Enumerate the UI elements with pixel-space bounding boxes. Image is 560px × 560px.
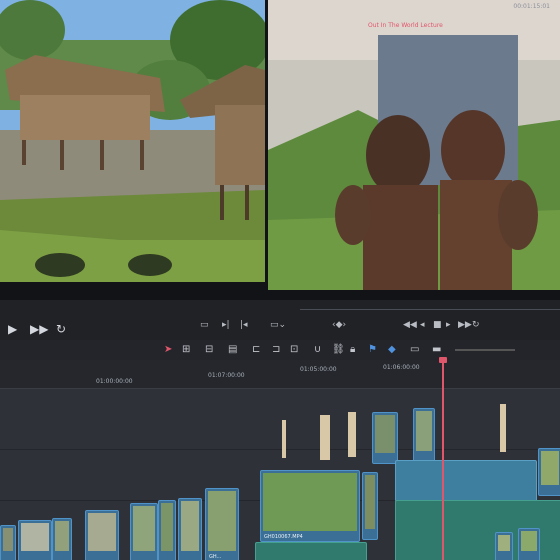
replace-clip-icon[interactable]: ⊡: [290, 344, 298, 355]
source-fast-forward-button[interactable]: ▶▶: [30, 322, 48, 336]
jog-icon[interactable]: ‹◆›: [332, 320, 346, 330]
ruler-tc-1: 01:00:00:00: [96, 378, 133, 385]
main-video-clip[interactable]: GH010067.MP4: [260, 470, 360, 542]
viewer-area: 00:01:15:01 Out In The World Lecture: [0, 0, 560, 300]
video-clip[interactable]: [362, 472, 378, 540]
video-clip[interactable]: [85, 510, 119, 560]
timeline-name: Out In The World Lecture: [368, 22, 443, 29]
video-clip[interactable]: GH...: [205, 488, 239, 560]
track-marker: [282, 420, 286, 458]
video-clip[interactable]: [178, 498, 202, 560]
link-icon[interactable]: ⛓: [332, 344, 345, 355]
video-track-3[interactable]: [0, 389, 560, 450]
lock-icon[interactable]: 🔒︎: [350, 344, 355, 355]
davinci-resolve-window: 00:01:15:01 Out In The World Lecture ▶ ▶…: [0, 0, 560, 560]
video-clip[interactable]: [158, 500, 176, 560]
marker-icon[interactable]: ◆: [388, 344, 396, 355]
timeline-loop-button[interactable]: ↻: [472, 320, 480, 330]
main-clip-name: GH010067.MP4: [264, 534, 303, 540]
audio-clip-blue[interactable]: [395, 460, 537, 502]
timeline-panel[interactable]: 01:00:00:00 01:07:00:00 01:05:00:00 01:0…: [0, 357, 560, 560]
zoom-detail-icon[interactable]: ▬: [432, 344, 441, 355]
reverse-play-button[interactable]: ◂: [420, 320, 425, 330]
insert-icon[interactable]: ▸|: [222, 320, 230, 330]
video-clip[interactable]: [413, 408, 435, 462]
flag-icon[interactable]: ⚑: [368, 344, 377, 355]
snapping-icon[interactable]: ∪: [314, 344, 321, 355]
source-loop-button[interactable]: ↻: [56, 322, 66, 336]
ruler-tc-4: 01:06:00:00: [383, 364, 420, 371]
video-clip[interactable]: [372, 412, 398, 464]
overwrite-clip-icon[interactable]: ⊐: [272, 344, 280, 355]
video-clip[interactable]: [0, 525, 16, 560]
blade-tool-icon[interactable]: ▤: [228, 344, 237, 355]
video-clip[interactable]: [538, 448, 560, 496]
timeline-play-button[interactable]: ▸: [446, 320, 451, 330]
zoom-full-icon[interactable]: ▭: [410, 344, 419, 355]
source-viewer[interactable]: [0, 0, 265, 282]
transport-bar: ▶ ▶▶ ↻ ▭ ▸| |◂ ▭⌄ ‹◆› ◀◀ ◂ ■ ▸ ▶▶ ↻: [0, 300, 560, 342]
dynamic-trim-icon[interactable]: ⊟: [205, 344, 213, 355]
track-marker: [348, 412, 356, 457]
viewer-mode-icon[interactable]: ▭⌄: [270, 320, 286, 330]
children-scene-image: [268, 0, 560, 290]
track-marker: [500, 404, 506, 452]
source-play-button[interactable]: ▶: [8, 322, 17, 336]
insert-clip-icon[interactable]: ⊏: [252, 344, 260, 355]
video-clip[interactable]: [52, 518, 72, 560]
timeline-viewer[interactable]: 00:01:15:01 Out In The World Lecture: [268, 0, 560, 290]
edit-toolbar: ➤ ⊞ ⊟ ▤ ⊏ ⊐ ⊡ ∪ ⛓ 🔒︎ ⚑ ◆ ▭ ▬: [0, 340, 560, 360]
prev-clip-button[interactable]: ◀◀: [403, 320, 417, 330]
overwrite-icon[interactable]: |◂: [240, 320, 248, 330]
ruler-tc-2: 01:07:00:00: [208, 372, 245, 379]
video-clip[interactable]: [130, 503, 158, 560]
track-marker: [320, 415, 330, 460]
video-clip[interactable]: [495, 532, 513, 560]
playhead[interactable]: [439, 357, 447, 560]
next-clip-button[interactable]: ▶▶: [458, 320, 472, 330]
ruler-tc-3: 01:05:00:00: [300, 366, 337, 373]
audio-waveform[interactable]: [255, 542, 367, 560]
video-clip[interactable]: [518, 528, 540, 560]
zoom-slider[interactable]: [455, 349, 515, 351]
stop-button[interactable]: ■: [433, 320, 442, 330]
playhead-handle[interactable]: [439, 357, 447, 363]
timeline-timecode: 00:01:15:01: [513, 3, 550, 10]
match-frame-icon[interactable]: ▭: [200, 320, 209, 330]
small-clip-name: GH...: [209, 554, 222, 560]
selection-tool-icon[interactable]: ➤: [164, 344, 172, 355]
video-clip[interactable]: [18, 520, 52, 560]
timeline-ruler[interactable]: 01:00:00:00 01:07:00:00 01:05:00:00 01:0…: [0, 360, 560, 389]
trim-tool-icon[interactable]: ⊞: [182, 344, 190, 355]
hut-scene-image: [0, 0, 265, 282]
scrubber-bar[interactable]: [300, 309, 560, 310]
